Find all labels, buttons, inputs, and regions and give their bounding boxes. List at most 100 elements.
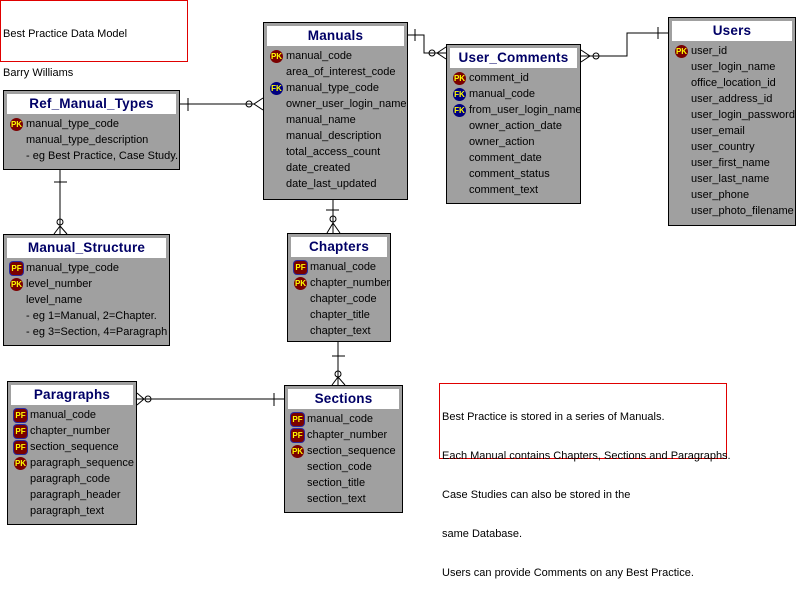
field-name: section_code xyxy=(307,461,372,473)
entity-manual-structure[interactable]: Manual_Structure PF manual_type_code PK leve… xyxy=(3,234,170,346)
entity-field: PK level_number xyxy=(4,276,169,292)
entity-field: PK paragraph_sequence xyxy=(8,455,136,471)
entity-field: user_phone xyxy=(669,187,795,203)
field-name: user_login_password xyxy=(691,109,795,121)
rel-chapters-to-sections xyxy=(331,342,346,386)
field-name: chapter_code xyxy=(310,293,377,305)
field-name: user_login_name xyxy=(691,61,776,73)
entity-title: User_Comments xyxy=(450,48,577,68)
field-name: user_first_name xyxy=(691,157,770,169)
field-name: from_user_login_name xyxy=(469,104,582,116)
entity-field: manual_description xyxy=(264,128,407,144)
entity-field: total_access_count xyxy=(264,144,407,160)
field-name: paragraph_text xyxy=(30,505,104,517)
entity-field: level_name xyxy=(4,292,169,308)
rel-manuals-to-user-comments xyxy=(408,29,447,60)
foreign-key-icon: FK xyxy=(453,104,466,117)
entity-user-comments[interactable]: User_Comments PK comment_id FK manual_code FK… xyxy=(446,44,582,204)
entity-field: user_email xyxy=(669,123,795,139)
field-name: user_email xyxy=(691,125,745,137)
foreign-key-icon: FK xyxy=(453,88,466,101)
entity-field: - eg Best Practice, Case Study. xyxy=(4,148,179,164)
field-name: - eg 1=Manual, 2=Chapter. xyxy=(26,310,157,322)
entity-field: owner_action_date xyxy=(447,118,580,134)
entity-field: PF manual_type_code xyxy=(4,260,169,276)
primary-foreign-key-icon: PF xyxy=(291,413,304,426)
entity-field: paragraph_code xyxy=(8,471,136,487)
field-name: user_photo_filename xyxy=(691,205,794,217)
header-note: Best Practice Data Model Barry Williams … xyxy=(0,0,188,157)
field-name: comment_date xyxy=(469,152,542,164)
entity-users[interactable]: Users PK user_id user_login_name office_loca… xyxy=(668,17,796,226)
entity-title: Sections xyxy=(288,389,399,409)
note-author: Barry Williams xyxy=(3,67,74,79)
primary-foreign-key-icon: PF xyxy=(294,261,307,274)
field-name: manual_type_code xyxy=(286,82,379,94)
field-name: level_name xyxy=(26,294,83,306)
entity-field: office_location_id xyxy=(669,75,795,91)
entity-field: PF section_sequence xyxy=(8,439,136,455)
entity-field: PF manual_code xyxy=(285,411,402,427)
entity-field: manual_type_description xyxy=(4,132,179,148)
note-line: same Database. xyxy=(442,528,523,540)
rel-manuals-to-chapters xyxy=(326,200,341,234)
entity-field: user_last_name xyxy=(669,171,795,187)
field-name: manual_type_code xyxy=(26,262,119,274)
primary-key-icon: PK xyxy=(10,278,23,291)
field-name: user_address_id xyxy=(691,93,773,105)
entity-field: area_of_interest_code xyxy=(264,64,407,80)
field-name: manual_code xyxy=(30,409,97,421)
primary-key-icon: PK xyxy=(294,277,307,290)
entity-field: PK manual_type_code xyxy=(4,116,179,132)
field-name: user_phone xyxy=(691,189,750,201)
entity-field: user_photo_filename xyxy=(669,203,795,219)
entity-field: PF manual_code xyxy=(8,407,136,423)
field-name: area_of_interest_code xyxy=(286,66,396,78)
primary-key-icon: PK xyxy=(675,45,688,58)
field-name: chapter_number xyxy=(310,277,391,289)
entity-paragraphs[interactable]: Paragraphs PF manual_code PF chapter_number P… xyxy=(7,381,137,525)
field-name: manual_type_description xyxy=(26,134,149,146)
field-name: chapter_number xyxy=(30,425,111,437)
field-name: manual_description xyxy=(286,130,382,142)
entity-field: PK manual_code xyxy=(264,48,407,64)
note-line: Best Practice is stored in a series of M… xyxy=(442,411,665,423)
field-name: section_title xyxy=(307,477,366,489)
entity-field: - eg 3=Section, 4=Paragraph xyxy=(4,324,169,340)
primary-key-icon: PK xyxy=(14,457,27,470)
entity-title: Manuals xyxy=(267,26,404,46)
primary-key-icon: PK xyxy=(453,72,466,85)
field-name: owner_user_login_name xyxy=(286,98,407,110)
entity-title: Paragraphs xyxy=(11,385,133,405)
entity-sections[interactable]: Sections PF manual_code PF chapter_number PK s… xyxy=(284,385,403,513)
entity-ref-manual-types[interactable]: Ref_Manual_Types PK manual_type_code manual… xyxy=(3,90,180,170)
primary-foreign-key-icon: PF xyxy=(14,425,27,438)
entity-field: user_country xyxy=(669,139,795,155)
field-name: chapter_text xyxy=(310,325,371,337)
entity-field: chapter_title xyxy=(288,307,390,323)
field-name: manual_name xyxy=(286,114,356,126)
entity-chapters[interactable]: Chapters PF manual_code PK chapter_number cha… xyxy=(287,233,391,342)
rel-ref-manual-types-to-manual-structure xyxy=(53,170,68,235)
entity-field: user_first_name xyxy=(669,155,795,171)
entity-field: section_text xyxy=(285,491,402,507)
entity-field: PF chapter_number xyxy=(285,427,402,443)
field-name: date_created xyxy=(286,162,351,174)
entity-field: chapter_code xyxy=(288,291,390,307)
field-name: manual_type_code xyxy=(26,118,119,130)
entity-field: PK comment_id xyxy=(447,70,580,86)
primary-foreign-key-icon: PF xyxy=(14,409,27,422)
field-name: manual_code xyxy=(286,50,353,62)
entity-field: comment_date xyxy=(447,150,580,166)
field-name: paragraph_header xyxy=(30,489,121,501)
primary-key-icon: PK xyxy=(10,118,23,131)
entity-field: - eg 1=Manual, 2=Chapter. xyxy=(4,308,169,324)
entity-field: FK manual_type_code xyxy=(264,80,407,96)
field-name: user_country xyxy=(691,141,755,153)
entity-field: date_last_updated xyxy=(264,176,407,192)
entity-field: date_created xyxy=(264,160,407,176)
field-name: chapter_number xyxy=(307,429,388,441)
entity-manuals[interactable]: Manuals PK manual_code area_of_interest_cod… xyxy=(263,22,408,200)
entity-field: owner_action xyxy=(447,134,580,150)
field-name: office_location_id xyxy=(691,77,776,89)
